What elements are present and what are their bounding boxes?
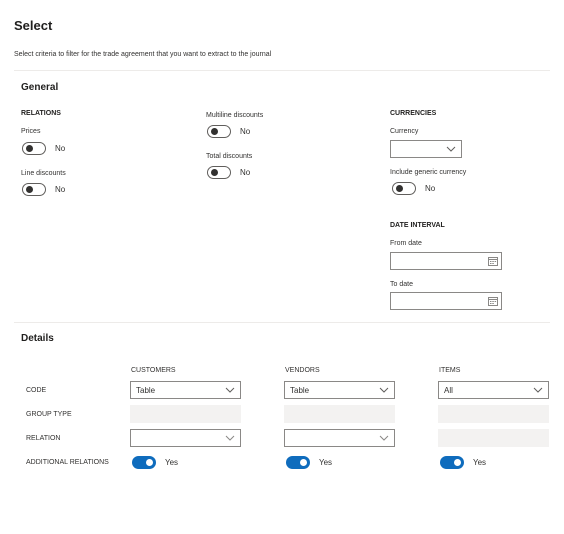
line-discounts-toggle-value: No [55,185,66,194]
customers-relation-select[interactable] [130,429,241,447]
toggle-track[interactable] [440,456,464,469]
toggle-knob [396,185,403,192]
vendors-group-type-field [284,405,395,423]
currency-select[interactable] [390,140,462,158]
chevron-down-icon [379,435,389,441]
section-details-heading: Details [21,333,54,344]
items-additional-relations-toggle[interactable]: Yes [440,456,486,469]
toggle-track[interactable] [207,166,231,179]
chevron-down-icon [533,387,543,393]
currencies-heading: CURRENCIES [390,110,437,117]
toggle-knob [454,459,461,466]
prices-toggle-value: No [55,144,66,153]
items-additional-relations-value: Yes [473,458,487,467]
include-generic-currency-toggle-value: No [425,184,436,193]
chevron-down-icon [225,435,235,441]
to-date-label: To date [390,281,413,288]
toggle-knob [146,459,153,466]
chevron-down-icon [379,387,389,393]
toggle-knob [26,186,33,193]
additional-relations-row-label: ADDITIONAL RELATIONS [26,459,109,466]
column-header-vendors: VENDORS [285,367,320,374]
include-generic-currency-label: Include generic currency [390,169,467,176]
customers-code-select[interactable]: Table [130,381,241,399]
vendors-additional-relations-value: Yes [319,458,333,467]
total-discounts-toggle-value: No [240,168,251,177]
toggle-track[interactable] [132,456,156,469]
vendors-code-select[interactable]: Table [284,381,395,399]
multiline-discounts-label: Multiline discounts [206,112,264,119]
date-interval-heading: DATE INTERVAL [390,222,445,229]
code-row-label: CODE [26,387,47,394]
customers-group-type-field [130,405,241,423]
column-header-customers: CUSTOMERS [131,367,176,374]
multiline-discounts-toggle-value: No [240,127,251,136]
toggle-knob [211,169,218,176]
customers-code-value: Table [136,385,156,395]
toggle-knob [26,145,33,152]
group-type-row-label: GROUP TYPE [26,411,72,418]
items-relation-field [438,429,549,447]
prices-toggle[interactable]: No [22,142,65,155]
customers-additional-relations-value: Yes [165,458,179,467]
vendors-relation-select[interactable] [284,429,395,447]
calendar-icon[interactable] [488,256,498,266]
divider [14,70,550,71]
items-group-type-field [438,405,549,423]
page-title: Select [14,18,53,33]
line-discounts-label: Line discounts [21,170,66,177]
section-general-heading: General [21,82,59,93]
calendar-icon[interactable] [488,296,498,306]
to-date-field[interactable] [390,292,502,310]
multiline-discounts-toggle[interactable]: No [207,125,250,138]
items-code-value: All [444,385,453,395]
relation-row-label: RELATION [26,435,61,442]
from-date-label: From date [390,240,422,247]
toggle-track[interactable] [22,142,46,155]
page-subtitle: Select criteria to filter for the trade … [14,51,272,58]
vendors-code-value: Table [290,385,310,395]
vendors-additional-relations-toggle[interactable]: Yes [286,456,332,469]
chevron-down-icon [446,146,456,152]
column-header-items: ITEMS [439,367,461,374]
divider [14,322,550,323]
toggle-track[interactable] [286,456,310,469]
prices-label: Prices [21,128,41,135]
customers-additional-relations-toggle[interactable]: Yes [132,456,178,469]
toggle-track[interactable] [392,182,416,195]
total-discounts-toggle[interactable]: No [207,166,250,179]
toggle-knob [211,128,218,135]
from-date-field[interactable] [390,252,502,270]
relations-heading: RELATIONS [21,110,61,117]
currency-label: Currency [390,128,419,135]
toggle-track[interactable] [207,125,231,138]
include-generic-currency-toggle[interactable]: No [392,182,435,195]
items-code-select[interactable]: All [438,381,549,399]
toggle-track[interactable] [22,183,46,196]
total-discounts-label: Total discounts [206,153,253,160]
chevron-down-icon [225,387,235,393]
toggle-knob [300,459,307,466]
line-discounts-toggle[interactable]: No [22,183,65,196]
